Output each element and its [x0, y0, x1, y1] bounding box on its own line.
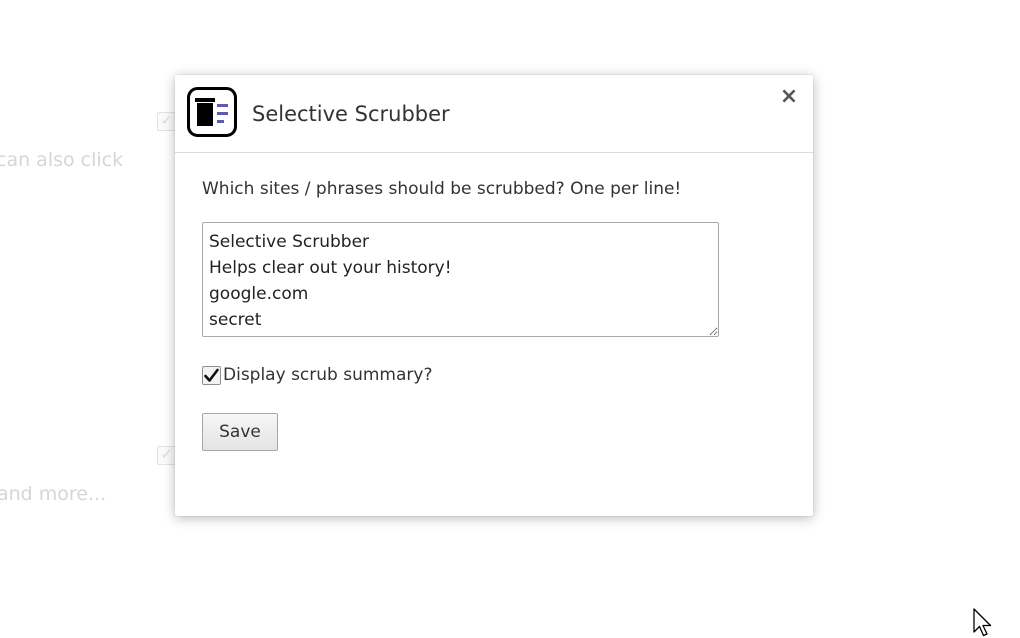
background-text: can also click	[0, 149, 124, 171]
checkmark-icon	[204, 368, 219, 382]
trash-list-logo-icon	[187, 87, 237, 137]
page: ✓ can also click ✓ and more... Selective…	[0, 0, 1020, 638]
mouse-pointer-icon	[973, 608, 995, 638]
display-summary-label[interactable]: Display scrub summary?	[223, 365, 432, 385]
summary-option: Display scrub summary?	[202, 363, 792, 387]
prompt-label: Which sites / phrases should be scrubbed…	[202, 179, 682, 199]
dialog-header: Selective Scrubber ×	[175, 75, 813, 153]
options-dialog: Selective Scrubber × Which sites / phras…	[175, 75, 813, 516]
phrases-textarea[interactable]	[202, 222, 719, 337]
dialog-body: Which sites / phrases should be scrubbed…	[202, 179, 792, 451]
close-icon[interactable]: ×	[777, 85, 801, 109]
display-summary-checkbox[interactable]	[202, 365, 221, 385]
dialog-title: Selective Scrubber	[252, 102, 450, 126]
background-checkbox: ✓	[157, 446, 176, 465]
save-button[interactable]: Save	[202, 413, 278, 451]
background-checkbox: ✓	[157, 112, 176, 131]
background-text: and more...	[0, 483, 107, 505]
